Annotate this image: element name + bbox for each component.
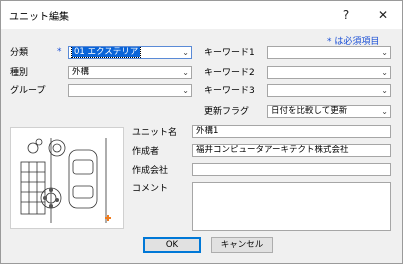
- cancel-button[interactable]: キャンセル: [211, 237, 273, 253]
- update-flag-value: 日付を比較して更新: [271, 106, 348, 116]
- kind-label: 種別: [10, 68, 29, 78]
- unit-preview-image: [10, 127, 124, 229]
- keyword1-label: キーワード1: [204, 48, 255, 58]
- unit-edit-dialog: ユニット編集 ? ✕ * は必須項目 分類 * 01 エクステリア ⌄ 種別 外…: [0, 0, 403, 264]
- company-label: 作成会社: [132, 166, 169, 176]
- category-required-mark: *: [57, 47, 62, 57]
- category-selected-value: 01 エクステリア: [70, 47, 142, 58]
- keyword2-select[interactable]: ⌄: [267, 66, 391, 79]
- author-label: 作成者: [132, 147, 160, 157]
- close-button[interactable]: ✕: [371, 5, 395, 25]
- chevron-down-icon: ⌄: [381, 107, 388, 116]
- keyword3-select[interactable]: ⌄: [267, 84, 391, 97]
- exterior-plan-illustration: [20, 138, 111, 223]
- ok-button[interactable]: OK: [143, 237, 201, 253]
- dialog-title: ユニット編集: [9, 12, 69, 23]
- title-bar: ユニット編集 ? ✕: [1, 1, 402, 29]
- comment-textarea[interactable]: [192, 182, 391, 231]
- kind-selected-value: 外構: [72, 67, 90, 77]
- company-input[interactable]: [192, 163, 391, 176]
- help-button[interactable]: ?: [334, 5, 358, 25]
- chevron-down-icon: ⌄: [381, 86, 388, 95]
- author-input[interactable]: 福井コンピュータアーキテクト株式会社: [192, 144, 391, 157]
- category-select[interactable]: 01 エクステリア ⌄: [68, 46, 192, 59]
- update-flag-select[interactable]: 日付を比較して更新 ⌄: [267, 105, 391, 118]
- unit-name-input[interactable]: 外構1: [192, 125, 391, 138]
- group-select[interactable]: ⌄: [68, 84, 192, 97]
- chevron-down-icon: ⌄: [182, 48, 189, 57]
- chevron-down-icon: ⌄: [381, 48, 388, 57]
- keyword2-label: キーワード2: [204, 68, 255, 78]
- kind-select[interactable]: 外構 ⌄: [68, 66, 192, 79]
- chevron-down-icon: ⌄: [182, 86, 189, 95]
- comment-label: コメント: [132, 184, 169, 194]
- keyword3-label: キーワード3: [204, 86, 255, 96]
- chevron-down-icon: ⌄: [182, 68, 189, 77]
- group-label: グループ: [10, 86, 46, 96]
- category-label: 分類: [10, 48, 29, 58]
- chevron-down-icon: ⌄: [381, 68, 388, 77]
- unit-name-label: ユニット名: [132, 128, 178, 138]
- keyword1-select[interactable]: ⌄: [267, 46, 391, 59]
- update-flag-label: 更新フラグ: [204, 107, 250, 117]
